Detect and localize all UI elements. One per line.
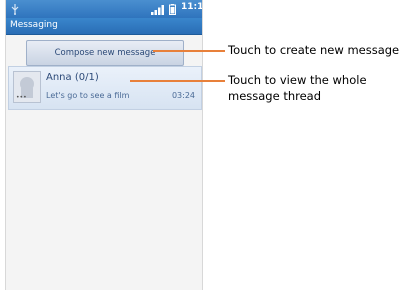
- contact-name: Anna: [46, 72, 72, 83]
- message-thread-item[interactable]: ••• Anna (0/1) Let's go to see a film 03…: [8, 66, 202, 110]
- message-preview: Let's go to see a film: [46, 91, 130, 100]
- thread-contact-name: Anna (0/1): [46, 72, 99, 83]
- signal-icon: [151, 5, 164, 15]
- app-title-bar: Messaging: [6, 18, 202, 35]
- contact-avatar-icon: •••: [13, 71, 41, 103]
- phone-screen: 11:12 Messaging Compose new message ••• …: [5, 0, 203, 290]
- avatar-dots-icon: •••: [16, 94, 27, 101]
- message-count: (0/1): [74, 72, 99, 83]
- thread-callout-line-1: Touch to view the whole: [228, 73, 367, 87]
- app-title: Messaging: [10, 20, 58, 30]
- usb-icon: [11, 4, 19, 15]
- thread-callout-line-2: message thread: [228, 89, 322, 103]
- compose-button-label: Compose new message: [54, 48, 156, 58]
- compose-callout-text: Touch to create new message: [228, 43, 400, 57]
- message-time: 03:24: [171, 91, 195, 100]
- status-clock: 11:12: [181, 2, 203, 12]
- compose-new-message-button[interactable]: Compose new message: [26, 40, 184, 66]
- thread-callout-text: Touch to view the whole message thread: [228, 72, 367, 104]
- battery-icon: [169, 4, 176, 15]
- compose-callout-line: [153, 50, 225, 52]
- status-bar: 11:12: [6, 0, 202, 18]
- thread-callout-line: [130, 80, 225, 82]
